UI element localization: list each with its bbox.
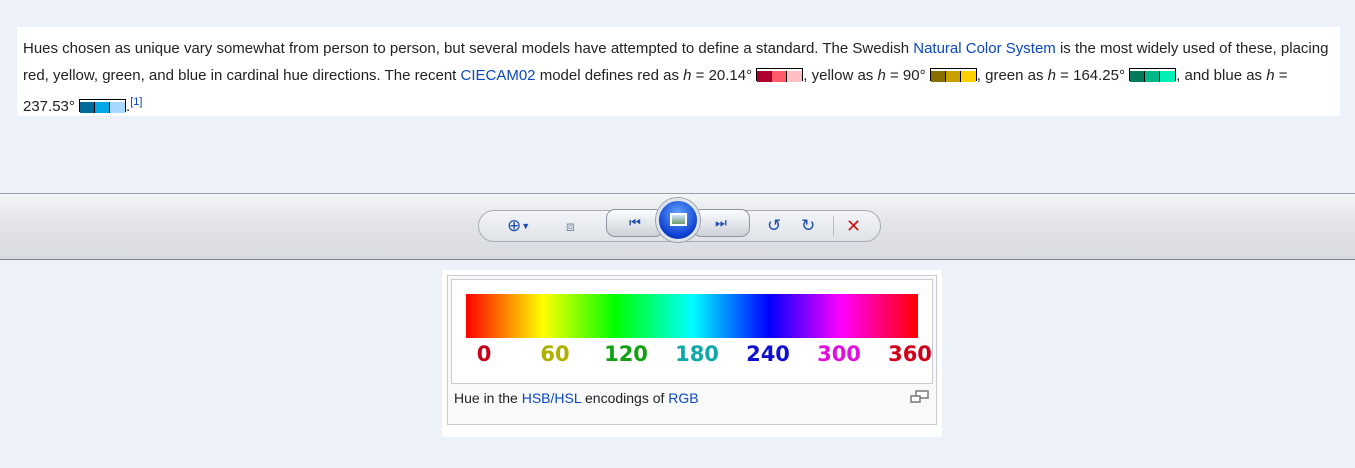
swatch-cell xyxy=(945,70,961,82)
red-value: = 20.14° xyxy=(691,66,757,84)
swatch-cell xyxy=(110,102,126,113)
text: , and blue as xyxy=(1176,66,1267,84)
swatch-cell xyxy=(1160,70,1176,82)
swatch-cell xyxy=(1145,70,1161,82)
swatch-cell xyxy=(95,102,111,113)
link-hsb-hsl[interactable]: HSB/HSL xyxy=(522,390,581,406)
hue-figure: 0 60 120 180 240 300 360 Hue in the HSB/HSL en… xyxy=(442,270,942,437)
h-symbol: h xyxy=(877,66,886,84)
tick-label: 180 xyxy=(675,342,719,366)
swatch-cell xyxy=(930,70,946,82)
h-symbol: h xyxy=(1047,66,1057,84)
swatch-cell xyxy=(772,70,788,82)
swatch-cell xyxy=(960,70,976,82)
divider xyxy=(833,216,834,236)
zoom-icon[interactable]: ⊕▼ xyxy=(507,216,530,236)
text: Hues chosen as unique vary somewhat from… xyxy=(23,40,914,57)
green-value: = 164.25° xyxy=(1056,66,1130,84)
text: , yellow as xyxy=(803,66,878,84)
h-symbol: h xyxy=(1266,66,1275,84)
link-rgb[interactable]: RGB xyxy=(668,390,698,406)
swatch-cell xyxy=(757,70,773,82)
swatch-cell xyxy=(787,70,803,82)
tick-label: 360 xyxy=(888,342,932,366)
photo-viewer-toolbar: ⊕▼ ⧈ ⏮ ⏭ ↺ ↻ ✕ xyxy=(0,193,1355,260)
text: Hue in the xyxy=(454,390,522,406)
text: , green as xyxy=(976,66,1048,84)
figure-caption: Hue in the HSB/HSL encodings of RGB xyxy=(451,384,933,406)
reference-link[interactable]: [1] xyxy=(130,96,142,108)
rotate-clockwise-icon[interactable]: ↻ xyxy=(801,216,815,236)
link-ciecam02[interactable]: CIECAM02 xyxy=(461,67,536,84)
rotate-counterclockwise-icon[interactable]: ↺ xyxy=(767,216,781,236)
delete-icon[interactable]: ✕ xyxy=(846,216,861,236)
hue-gradient xyxy=(466,294,918,338)
text: model defines red as xyxy=(535,66,684,84)
tick-label: 300 xyxy=(817,342,861,366)
hue-spectrum-image[interactable]: 0 60 120 180 240 300 360 xyxy=(451,279,933,384)
swatch-cell xyxy=(80,102,96,113)
text: encodings of xyxy=(581,390,669,406)
blue-swatch xyxy=(79,99,127,113)
yellow-swatch xyxy=(929,67,977,82)
green-swatch xyxy=(1129,67,1177,82)
article-paragraph: Hues chosen as unique vary somewhat from… xyxy=(17,27,1340,116)
tick-label: 240 xyxy=(746,342,790,366)
tick-label: 60 xyxy=(540,342,570,366)
next-icon[interactable]: ⏭ xyxy=(692,209,750,237)
tick-label: 0 xyxy=(476,342,492,366)
enlarge-icon[interactable] xyxy=(910,390,930,404)
red-swatch xyxy=(756,67,804,82)
slideshow-icon[interactable] xyxy=(656,198,700,242)
fit-window-icon[interactable]: ⧈ xyxy=(566,216,575,236)
swatch-cell xyxy=(1130,70,1146,82)
tick-label: 120 xyxy=(604,342,648,366)
yellow-value: = 90° xyxy=(885,66,930,84)
link-natural-color-system[interactable]: Natural Color System xyxy=(913,40,1056,57)
